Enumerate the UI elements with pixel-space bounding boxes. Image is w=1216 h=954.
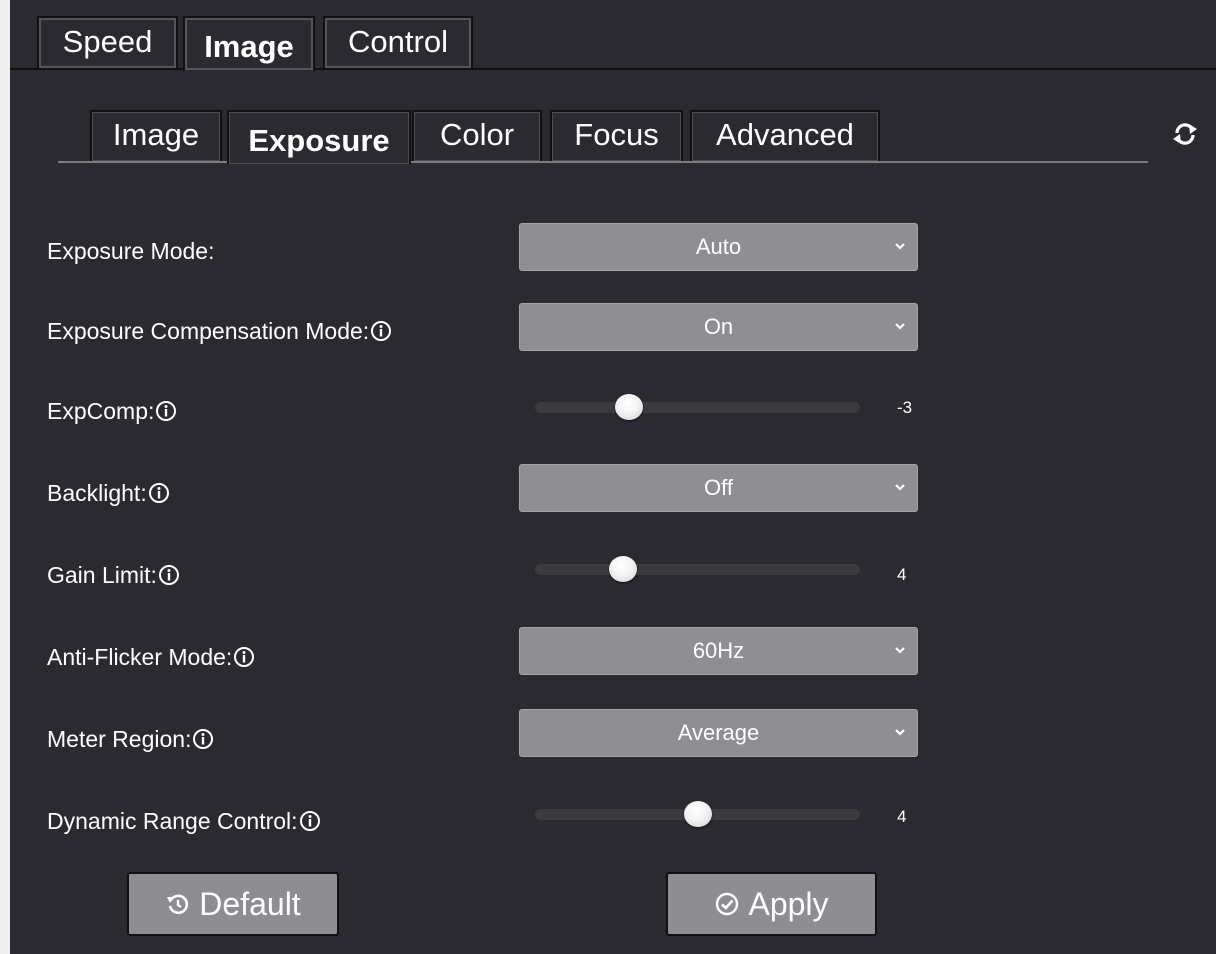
gain-limit-value: 4: [897, 565, 907, 584]
default-button[interactable]: Default: [127, 872, 339, 936]
info-icon[interactable]: [370, 320, 392, 342]
backlight-value: Off: [704, 475, 733, 500]
info-icon[interactable]: [299, 810, 321, 832]
meter-region-select[interactable]: Average: [519, 709, 918, 757]
chevron-down-icon: [895, 647, 905, 654]
subtab-advanced[interactable]: Advanced: [690, 110, 880, 161]
refresh-icon[interactable]: [1172, 121, 1198, 147]
chevron-down-icon: [895, 729, 905, 736]
anti-flicker-mode-label-text: Anti-Flicker Mode:: [47, 644, 233, 670]
apply-button[interactable]: Apply: [666, 872, 877, 936]
chevron-down-icon: [895, 323, 905, 330]
expcomp-value: -3: [897, 398, 913, 417]
subtab-color[interactable]: Color: [412, 110, 542, 161]
exposure-compensation-mode-value: On: [703, 314, 734, 339]
expcomp-label-text: ExpComp:: [47, 398, 155, 424]
apply-button-label: Apply: [748, 885, 829, 922]
tab-speed[interactable]: Speed: [37, 16, 178, 68]
gain-limit-label: Gain Limit:: [47, 561, 180, 589]
settings-panel: Speed Image Control Image Exposure Color…: [10, 0, 1216, 954]
info-icon[interactable]: [148, 482, 170, 504]
backlight-label-text: Backlight:: [47, 480, 147, 506]
backlight-label: Backlight:: [47, 479, 170, 507]
exposure-mode-value: Auto: [695, 234, 742, 259]
check-circle-icon: [716, 892, 739, 916]
slider-thumb[interactable]: [608, 556, 637, 582]
anti-flicker-mode-label: Anti-Flicker Mode:: [47, 643, 255, 671]
expcomp-label: ExpComp:: [47, 397, 177, 425]
meter-region-label-text: Meter Region:: [47, 726, 192, 752]
expcomp-slider[interactable]: [535, 392, 860, 422]
info-icon[interactable]: [158, 564, 180, 586]
backlight-select[interactable]: Off: [519, 464, 918, 512]
slider-thumb[interactable]: [615, 394, 644, 420]
slider-track: [535, 402, 860, 413]
exposure-compensation-mode-label: Exposure Compensation Mode:: [47, 317, 392, 345]
anti-flicker-mode-select[interactable]: 60Hz: [519, 627, 918, 675]
tab-control[interactable]: Control: [323, 16, 473, 68]
dynamic-range-control-slider[interactable]: [535, 799, 860, 829]
exposure-compensation-mode-label-text: Exposure Compensation Mode:: [47, 318, 370, 344]
dynamic-range-control-value: 4: [897, 807, 907, 826]
slider-thumb[interactable]: [683, 801, 712, 827]
chevron-down-icon: [895, 484, 905, 491]
exposure-mode-select[interactable]: Auto: [519, 223, 918, 271]
restore-icon: [167, 894, 189, 915]
meter-region-value: Average: [677, 720, 760, 745]
exposure-mode-label-text: Exposure Mode:: [47, 238, 215, 264]
gain-limit-label-text: Gain Limit:: [47, 562, 157, 588]
gain-limit-slider[interactable]: [535, 554, 860, 584]
sub-tab-divider: [58, 161, 1148, 163]
exposure-mode-label: Exposure Mode:: [47, 237, 214, 265]
meter-region-label: Meter Region:: [47, 725, 214, 753]
info-icon[interactable]: [155, 400, 177, 422]
tab-image[interactable]: Image: [183, 16, 315, 72]
subtab-image[interactable]: Image: [90, 110, 222, 161]
dynamic-range-control-label: Dynamic Range Control:: [47, 807, 321, 835]
default-button-label: Default: [199, 885, 301, 922]
slider-track: [535, 564, 860, 575]
chevron-down-icon: [895, 243, 905, 250]
top-tab-bar: Speed Image Control: [10, 0, 1216, 72]
subtab-exposure[interactable]: Exposure: [227, 110, 411, 164]
exposure-compensation-mode-select[interactable]: On: [519, 303, 918, 351]
anti-flicker-mode-value: 60Hz: [692, 638, 745, 663]
info-icon[interactable]: [233, 646, 255, 668]
dynamic-range-control-label-text: Dynamic Range Control:: [47, 808, 298, 834]
subtab-focus[interactable]: Focus: [550, 110, 683, 161]
sub-tab-bar: Image Exposure Color Focus Advanced: [58, 108, 1148, 164]
info-icon[interactable]: [192, 728, 214, 750]
